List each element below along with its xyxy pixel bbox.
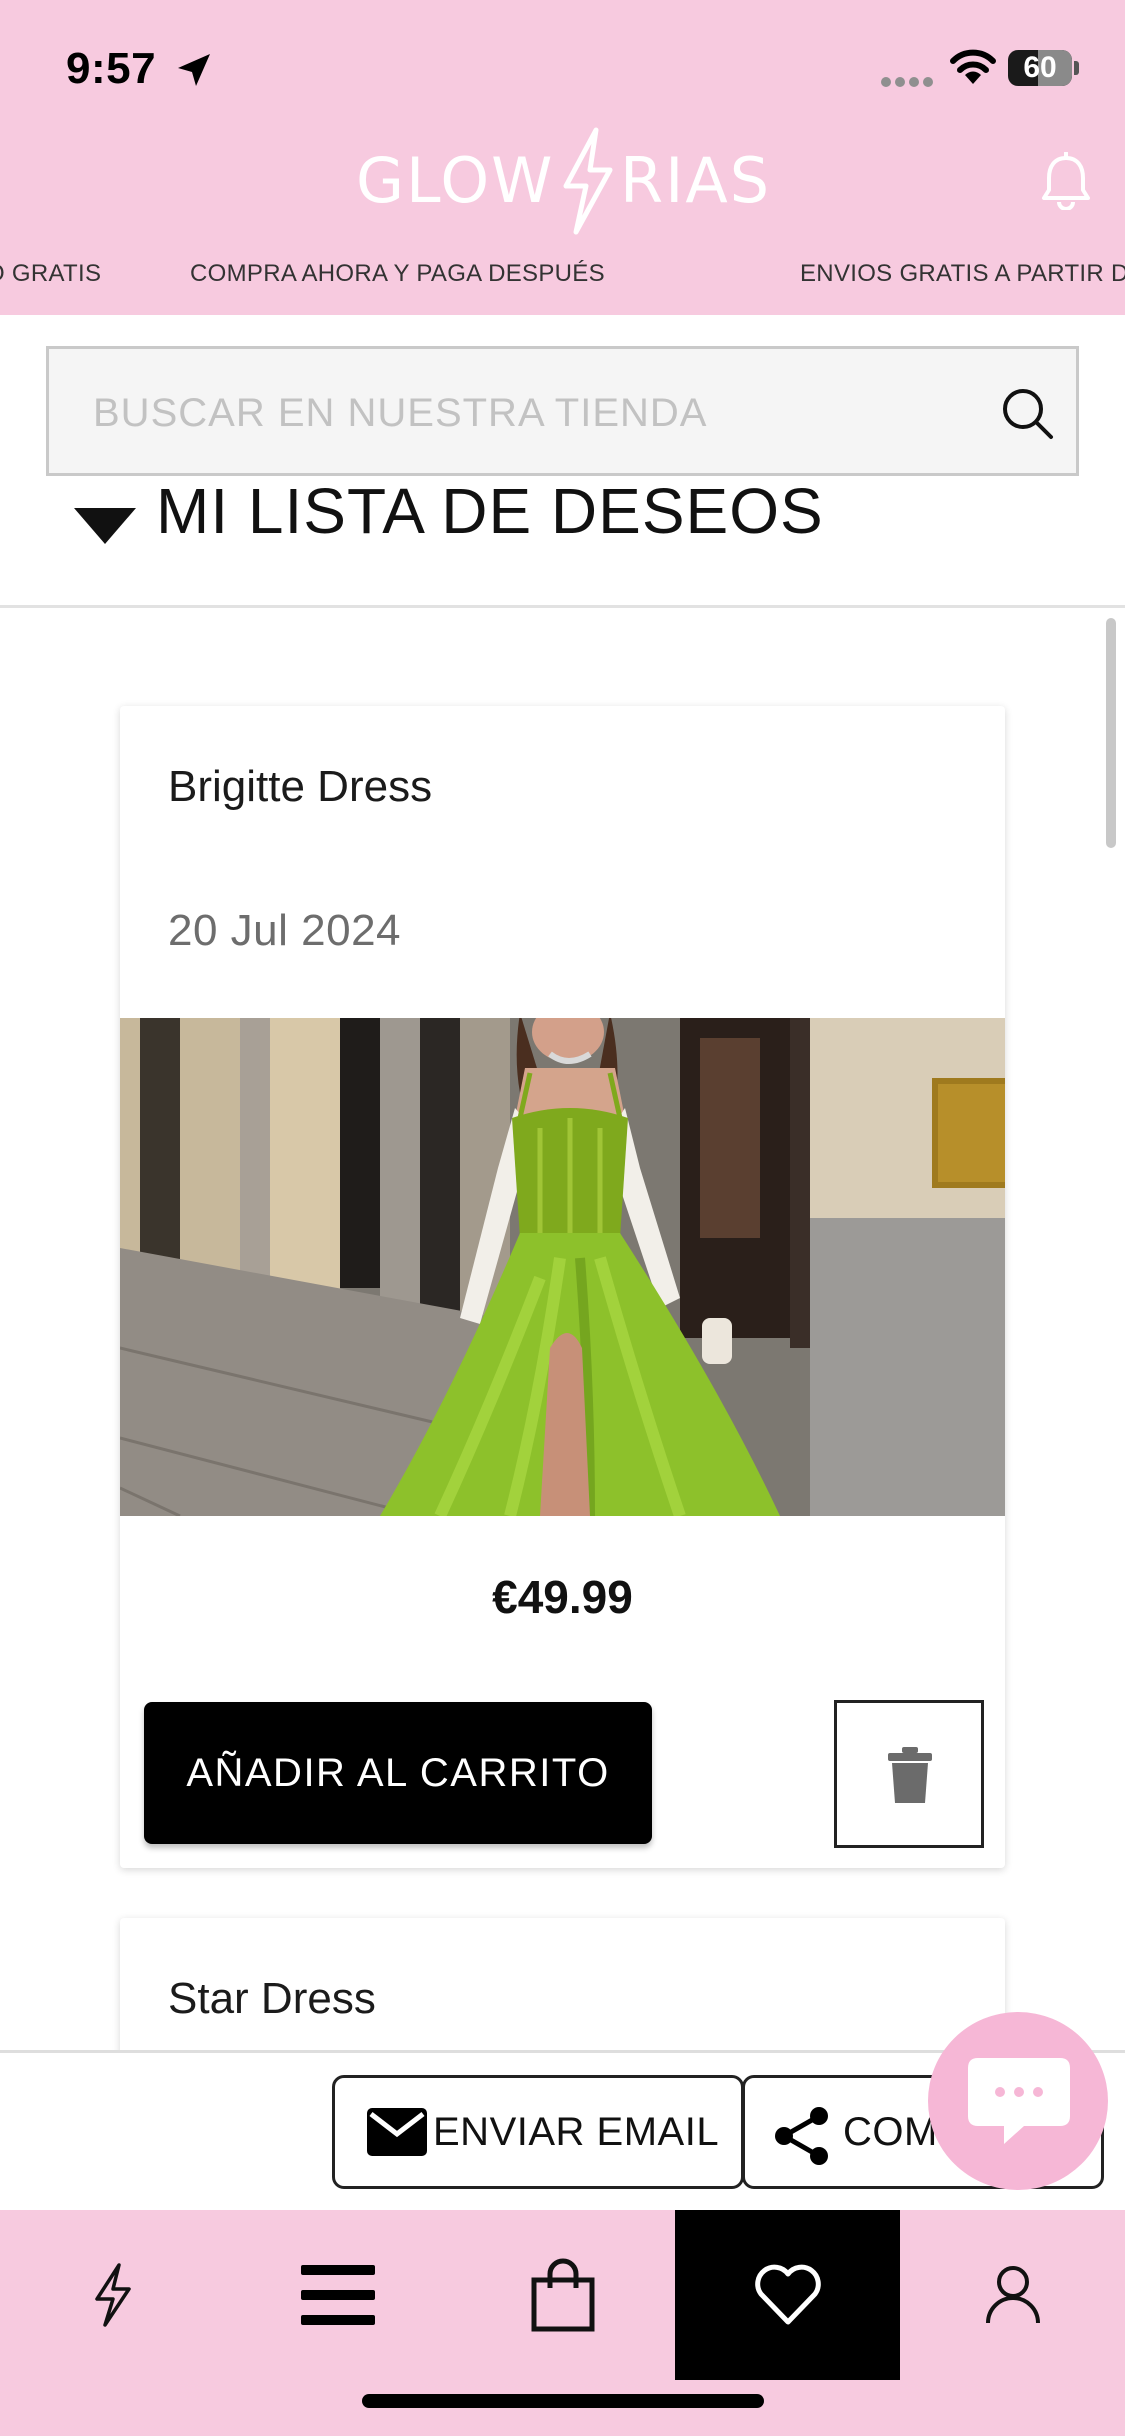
product-added-date: 20 Jul 2024 <box>168 906 402 955</box>
dress-photo-illustration <box>120 1018 1005 1516</box>
user-icon <box>985 2266 1040 2324</box>
battery-icon: 60 <box>1008 50 1079 86</box>
heart-icon <box>754 2264 821 2325</box>
search-icon[interactable] <box>999 385 1055 441</box>
search-bar <box>46 346 1079 476</box>
battery-level: 60 <box>1023 51 1057 84</box>
wishlist-item: Brigitte Dress 20 Jul 2024 €49.99 AÑADIR… <box>120 706 1005 1868</box>
promo-marquee: O GRATIS COMPRA AHORA Y PAGA DESPUÉS ENV… <box>0 260 1125 294</box>
scrollbar[interactable] <box>1106 618 1116 848</box>
flash-icon <box>94 2263 131 2327</box>
status-time: 9:57 <box>66 44 157 93</box>
chat-bubble-icon <box>968 2058 1070 2144</box>
glowrias-logo[interactable]: GLOW RIAS <box>352 126 772 236</box>
collapse-triangle-icon[interactable] <box>74 508 136 544</box>
promo-text: COMPRA AHORA Y PAGA DESPUÉS <box>190 260 605 287</box>
cellular-signal-icon <box>881 77 933 87</box>
trash-icon <box>888 1747 932 1803</box>
logo-text-left: GLOW <box>356 144 555 217</box>
tab-bag[interactable] <box>450 2210 675 2380</box>
product-name[interactable]: Star Dress <box>168 1974 376 2024</box>
location-arrow-icon <box>178 54 210 86</box>
promo-text: ENVIOS GRATIS A PARTIR D <box>800 260 1125 287</box>
promo-text: O GRATIS <box>0 260 102 287</box>
product-price: €49.99 <box>492 1571 633 1623</box>
tab-account[interactable] <box>900 2210 1125 2380</box>
notification-bell-icon[interactable] <box>1040 152 1092 210</box>
search-input[interactable] <box>93 385 973 441</box>
logo-text-right: RIAS <box>620 144 772 217</box>
top-header: 9:57 60 GLOW RIAS GRATIS COMPRA AHORA Y … <box>0 0 1125 315</box>
add-to-cart-button[interactable]: AÑADIR AL CARRITO <box>144 1702 652 1844</box>
tab-menu[interactable] <box>225 2210 450 2380</box>
send-email-label: ENVIAR EMAIL <box>433 2110 720 2154</box>
wifi-icon <box>950 49 996 84</box>
home-indicator <box>362 2394 764 2408</box>
status-bar: 9:57 60 <box>0 0 1125 135</box>
product-image[interactable] <box>120 1018 1005 1516</box>
tab-flash[interactable] <box>0 2210 225 2380</box>
wishlist-title: MI LISTA DE DESEOS <box>156 480 824 547</box>
share-label: COM <box>843 2110 938 2154</box>
logo-bolt-icon <box>563 127 613 235</box>
wishlist-header[interactable]: MI LISTA DE DESEOS <box>0 480 1125 608</box>
product-name[interactable]: Brigitte Dress <box>168 762 432 812</box>
menu-icon <box>300 2265 375 2325</box>
share-icon <box>775 2107 828 2165</box>
send-email-button[interactable]: ENVIAR EMAIL <box>332 2075 744 2189</box>
chat-button[interactable] <box>928 2012 1108 2190</box>
bag-icon <box>531 2258 594 2332</box>
mail-icon <box>367 2108 427 2156</box>
remove-item-button[interactable] <box>834 1700 984 1848</box>
tab-wishlist[interactable] <box>675 2210 900 2380</box>
